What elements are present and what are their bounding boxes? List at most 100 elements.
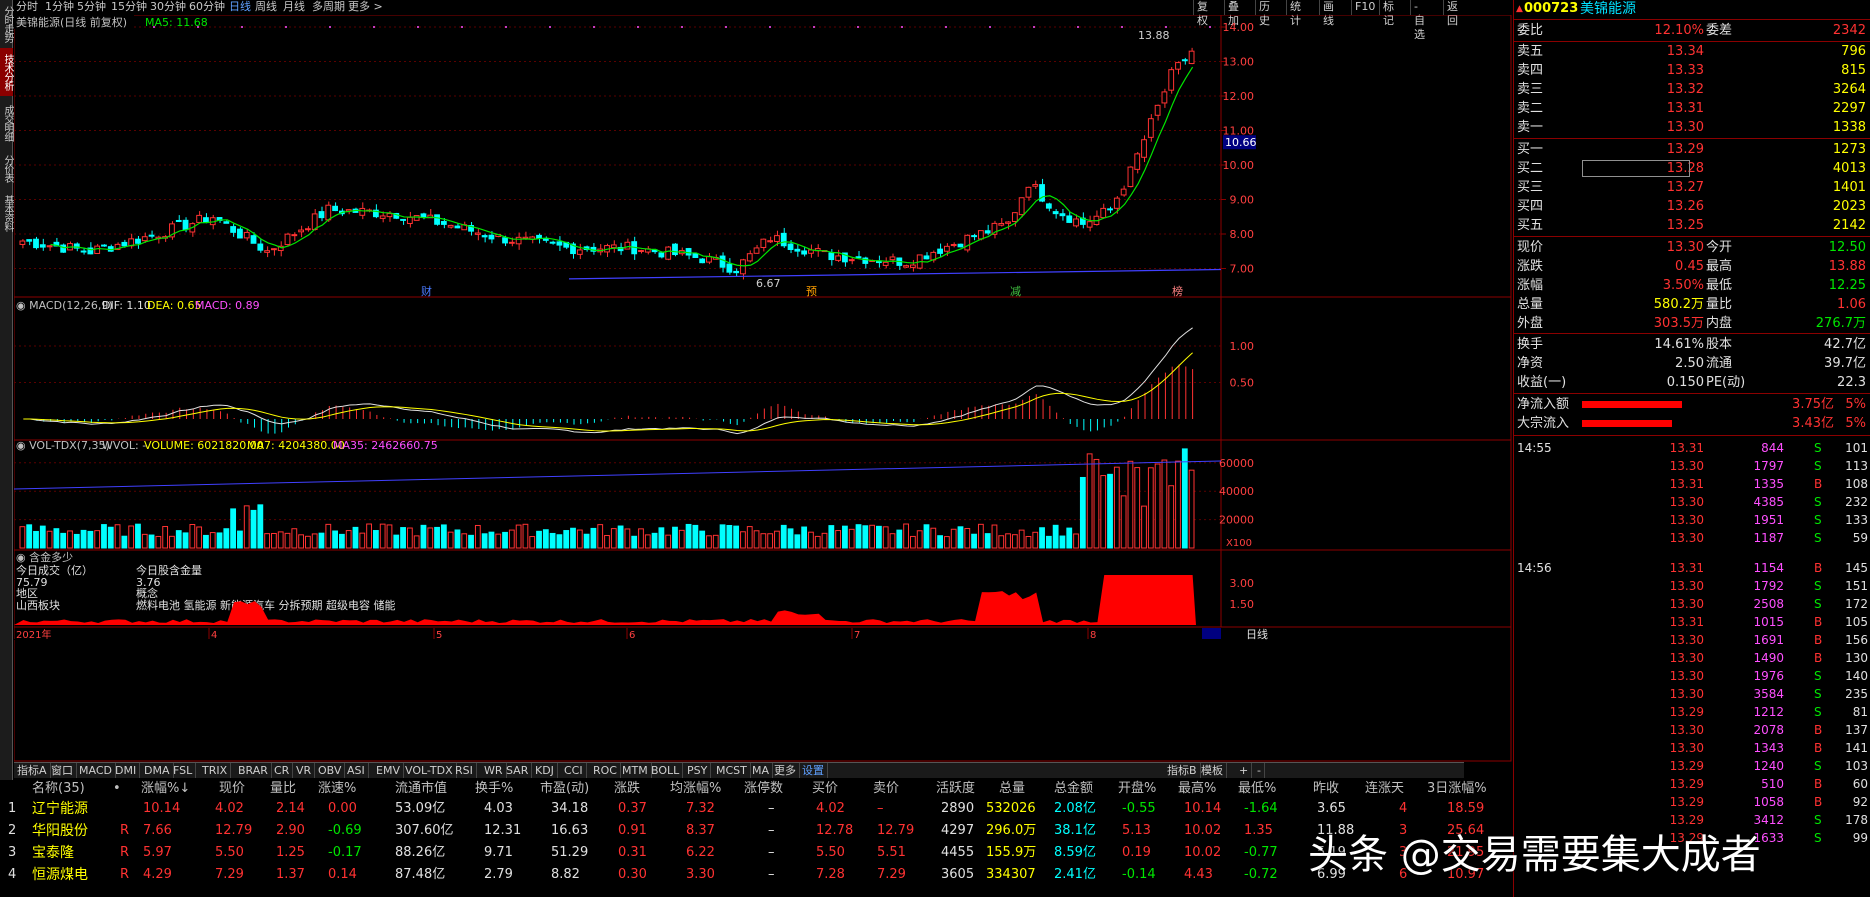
table-header-11[interactable]: 涨停数 (744, 780, 783, 798)
indicator-tab-8[interactable]: CR (271, 763, 294, 778)
table-header-12[interactable]: 买价 (812, 780, 838, 798)
indicator-tab-19[interactable]: ROC (590, 763, 621, 778)
table-header-0[interactable]: 名称(35) (32, 780, 85, 798)
indicator-tab-9[interactable]: VR (293, 763, 316, 778)
indicator-tab-7[interactable]: BRAR (235, 763, 272, 778)
asks-volume: 815 (1841, 63, 1866, 78)
indicator-tab-13[interactable]: VOL-TDX (402, 763, 457, 778)
stat2-row: 净资 2.50 流通 39.7亿 (1514, 354, 1870, 373)
indicator-tab-0[interactable]: 指标A (14, 763, 51, 778)
table-header-13[interactable]: 卖价 (873, 780, 899, 798)
period-5[interactable]: 60分钟 (189, 0, 225, 14)
indicator-tab-20[interactable]: MTM (619, 763, 652, 778)
asks-row[interactable]: 卖五 13.34 796 (1514, 42, 1870, 61)
period-2[interactable]: 5分钟 (77, 0, 106, 14)
indicator-tab-23[interactable]: MCST (713, 763, 751, 778)
table-header-4[interactable]: 量比 (270, 780, 296, 798)
left-tab-1[interactable]: 技术分析 (0, 48, 13, 96)
asks-row[interactable]: 卖三 13.32 3264 (1514, 80, 1870, 99)
table-header-9[interactable]: 涨跌 (614, 780, 640, 798)
asks-row[interactable]: 卖四 13.33 815 (1514, 61, 1870, 80)
table-header-10[interactable]: 均涨幅% (670, 780, 721, 798)
indicator-tab-17[interactable]: KDJ (532, 763, 558, 778)
tick-row: 13.29 510 B 60 (1514, 775, 1870, 793)
period-1[interactable]: 1分钟 (45, 0, 74, 14)
table-header-7[interactable]: 换手% (475, 780, 513, 798)
time-label-0: 2021年 (16, 628, 51, 641)
table-header-17[interactable]: 开盘% (1118, 780, 1156, 798)
table-row[interactable]: 3 宝泰隆 R 5.97 5.50 1.25 -0.17 88.26亿 9.71 51.29 0.3… (0, 842, 1512, 864)
indicator-tab-11[interactable]: ASI (344, 763, 369, 778)
period-4[interactable]: 30分钟 (150, 0, 186, 14)
trade-marker-14 (769, 26, 771, 28)
bids-row[interactable]: 买一 13.29 1273 (1514, 140, 1870, 159)
chart-tool-0[interactable]: 复权 (1193, 0, 1211, 27)
table-header-18[interactable]: 最高% (1178, 780, 1216, 798)
table-header-14[interactable]: 活跃度 (936, 780, 975, 798)
left-tab-4[interactable]: 基本资料 (0, 190, 13, 236)
chart-tool-8[interactable]: 返回 (1443, 0, 1461, 27)
indicator-tab-18[interactable]: CCI (561, 763, 587, 778)
asks-row[interactable]: 卖二 13.31 2297 (1514, 99, 1870, 118)
indicator-tab-1[interactable]: 窗口 (48, 763, 77, 778)
bids-row[interactable]: 买二 13.28 4013 (1514, 159, 1870, 178)
table-header-1[interactable]: • (113, 780, 121, 798)
left-tab-3[interactable]: 分价表 (0, 150, 13, 186)
table-header-5[interactable]: 涨速% (318, 780, 356, 798)
asks-row[interactable]: 卖一 13.30 1338 (1514, 118, 1870, 137)
period-6[interactable]: 日线 (229, 0, 251, 14)
bids-row[interactable]: 买四 13.26 2023 (1514, 197, 1870, 216)
period-7[interactable]: 周线 (255, 0, 277, 14)
kline-chart[interactable]: 14.0013.0012.0011.0010.009.008.007.0010.… (14, 15, 1512, 762)
chart-tool-4[interactable]: 画线 (1319, 0, 1337, 27)
chart-tool-7[interactable]: -自选 (1410, 0, 1428, 41)
cell-price: 7.29 (215, 867, 244, 882)
indicator-right-3[interactable]: - (1254, 763, 1265, 778)
period-9[interactable]: 多周期 (312, 0, 345, 14)
left-tab-0[interactable]: 分时走势 (0, 2, 13, 46)
table-header-3[interactable]: 现价 (219, 780, 245, 798)
indicator-tab-21[interactable]: BOLL (648, 763, 684, 778)
indicator-tab-12[interactable]: EMV (373, 763, 404, 778)
indicator-tab-22[interactable]: PSY (684, 763, 712, 778)
period-10[interactable]: 更多 > (348, 0, 383, 14)
indicator-tab-25[interactable]: 更多 (771, 763, 800, 778)
indicator-tab-6[interactable]: TRIX (199, 763, 232, 778)
chart-tool-6[interactable]: 标记 (1379, 0, 1397, 27)
period-3[interactable]: 15分钟 (111, 0, 147, 14)
candle-106 (740, 259, 746, 275)
indicator-tab-10[interactable]: OBV (315, 763, 346, 778)
indicator-tab-3[interactable]: DMI (112, 763, 141, 778)
indicator-tab-14[interactable]: RSI (452, 763, 477, 778)
indicator-tab-24[interactable]: MA (749, 763, 774, 778)
table-header-22[interactable]: 3日涨幅% (1427, 780, 1487, 798)
left-tab-2[interactable]: 成交明细 (0, 100, 13, 146)
chart-tool-5[interactable]: F10 (1351, 0, 1378, 15)
table-header-2[interactable]: 涨幅%↓ (141, 780, 190, 798)
indicator-tab-4[interactable]: DMA (141, 763, 174, 778)
table-row[interactable]: 4 恒源煤电 R 4.29 7.29 1.37 0.14 87.48亿 2.79 8.82 0.30… (0, 864, 1512, 886)
table-header-21[interactable]: 连涨天 (1365, 780, 1404, 798)
indicator-right-1[interactable]: 模板 (1198, 763, 1227, 778)
bids-row[interactable]: 买三 13.27 1401 (1514, 178, 1870, 197)
period-0[interactable]: 分时 (16, 0, 38, 14)
chart-tool-2[interactable]: 历史 (1255, 0, 1273, 27)
table-header-8[interactable]: 市盈(动) (540, 780, 589, 798)
indicator-tab-5[interactable]: FSL (170, 763, 197, 778)
bids-row[interactable]: 买五 13.25 2142 (1514, 216, 1870, 235)
chart-tool-1[interactable]: 叠加 (1224, 0, 1242, 27)
indicator-right-0[interactable]: 指标B (1164, 763, 1201, 778)
table-header-19[interactable]: 最低% (1238, 780, 1276, 798)
table-row[interactable]: 2 华阳股份 R 7.66 12.79 2.90 -0.69 307.60亿 12.31 16.6… (0, 820, 1512, 842)
table-row[interactable]: 1 辽宁能源 10.14 4.02 2.14 0.00 53.09亿 4.03 34.18 0.3… (0, 798, 1512, 820)
period-8[interactable]: 月线 (283, 0, 305, 14)
table-header-6[interactable]: 流通市值 (395, 780, 447, 798)
indicator-tab-26[interactable]: 设置 (799, 763, 828, 778)
indicator-tab-2[interactable]: MACD (76, 763, 116, 778)
chart-tool-3[interactable]: 统计 (1286, 0, 1304, 27)
table-header-16[interactable]: 总金额 (1054, 780, 1093, 798)
table-header-20[interactable]: 昨收 (1313, 780, 1339, 798)
table-header-15[interactable]: 总量 (999, 780, 1025, 798)
indicator-right-2[interactable]: + (1236, 763, 1253, 778)
indicator-tab-16[interactable]: SAR (503, 763, 533, 778)
